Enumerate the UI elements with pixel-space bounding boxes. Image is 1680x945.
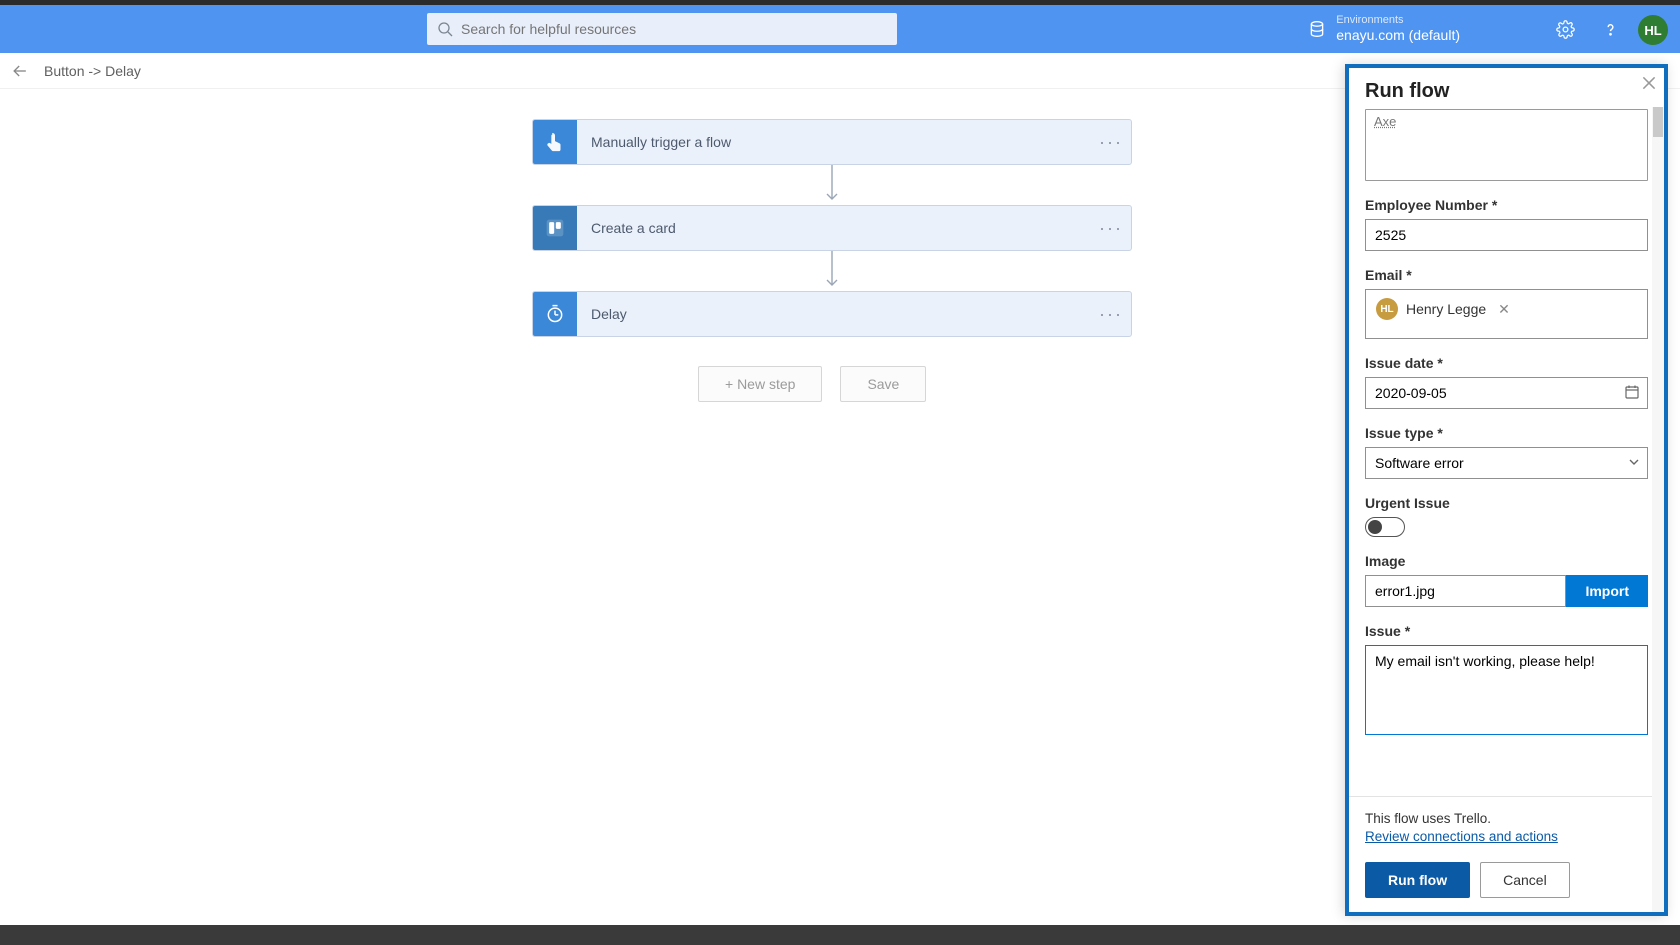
chip-avatar: HL xyxy=(1376,298,1398,320)
import-button[interactable]: Import xyxy=(1566,575,1648,607)
step-menu-icon[interactable]: ··· xyxy=(1091,120,1131,164)
issue-type-label: Issue type * xyxy=(1365,425,1648,441)
urgent-label: Urgent Issue xyxy=(1365,495,1648,511)
back-arrow-icon[interactable] xyxy=(10,61,30,81)
issue-date-label: Issue date * xyxy=(1365,355,1648,371)
step-label: Create a card xyxy=(577,206,1091,250)
gear-icon[interactable] xyxy=(1556,20,1575,39)
chip-remove-icon[interactable]: ✕ xyxy=(1498,301,1510,318)
environment-picker[interactable]: Environments enayu.com (default) xyxy=(1308,5,1460,53)
env-label: Environments xyxy=(1336,14,1460,27)
step-menu-icon[interactable]: ··· xyxy=(1091,206,1131,250)
email-people-picker[interactable]: HL Henry Legge ✕ xyxy=(1365,289,1648,339)
new-step-button[interactable]: + New step xyxy=(698,366,822,402)
connection-text: This flow uses Trello. xyxy=(1365,811,1648,826)
panel-footer: This flow uses Trello. Review connection… xyxy=(1349,796,1664,912)
search-box[interactable] xyxy=(427,13,897,45)
issue-date-input[interactable] xyxy=(1365,377,1648,409)
search-icon xyxy=(437,21,453,37)
issue-label: Issue * xyxy=(1365,623,1648,639)
close-icon[interactable] xyxy=(1640,74,1658,92)
issue-type-select[interactable] xyxy=(1365,447,1648,479)
database-icon xyxy=(1308,20,1326,38)
help-icon[interactable] xyxy=(1601,20,1620,39)
cancel-button[interactable]: Cancel xyxy=(1480,862,1570,898)
toggle-knob xyxy=(1368,520,1382,534)
run-flow-button[interactable]: Run flow xyxy=(1365,862,1470,898)
search-input[interactable] xyxy=(461,21,887,37)
run-flow-panel: Run flow Axe Employee Number * Email * H… xyxy=(1345,64,1668,916)
window-chrome-bottom xyxy=(0,925,1680,945)
step-delay[interactable]: Delay ··· xyxy=(532,291,1132,337)
employee-number-input[interactable] xyxy=(1365,219,1648,251)
image-label: Image xyxy=(1365,553,1648,569)
canvas-actions: + New step Save xyxy=(698,366,926,402)
app-header: Environments enayu.com (default) HL xyxy=(0,5,1680,53)
truncated-value: Axe xyxy=(1374,114,1396,129)
step-label: Delay xyxy=(577,292,1091,336)
email-chip: HL Henry Legge ✕ xyxy=(1372,296,1514,322)
step-menu-icon[interactable]: ··· xyxy=(1091,292,1131,336)
breadcrumb-text: Button -> Delay xyxy=(44,63,141,79)
image-filename-input[interactable] xyxy=(1365,575,1566,607)
step-trigger[interactable]: Manually trigger a flow ··· xyxy=(532,119,1132,165)
urgent-toggle[interactable] xyxy=(1365,517,1405,537)
step-label: Manually trigger a flow xyxy=(577,120,1091,164)
panel-title: Run flow xyxy=(1349,68,1664,109)
step-create-card[interactable]: Create a card ··· xyxy=(532,205,1132,251)
env-value: enayu.com (default) xyxy=(1336,27,1460,44)
touch-icon xyxy=(533,120,577,164)
chevron-down-icon[interactable] xyxy=(1628,456,1640,468)
clock-icon xyxy=(533,292,577,336)
arrow-icon xyxy=(822,165,842,205)
truncated-field[interactable]: Axe xyxy=(1365,109,1648,181)
review-connections-link[interactable]: Review connections and actions xyxy=(1365,829,1558,844)
user-avatar[interactable]: HL xyxy=(1638,15,1668,45)
calendar-icon[interactable] xyxy=(1624,384,1640,400)
arrow-icon xyxy=(822,251,842,291)
chip-name: Henry Legge xyxy=(1406,301,1486,317)
issue-textarea[interactable] xyxy=(1365,645,1648,735)
trello-icon xyxy=(533,206,577,250)
save-button[interactable]: Save xyxy=(840,366,926,402)
employee-number-label: Employee Number * xyxy=(1365,197,1648,213)
email-label: Email * xyxy=(1365,267,1648,283)
